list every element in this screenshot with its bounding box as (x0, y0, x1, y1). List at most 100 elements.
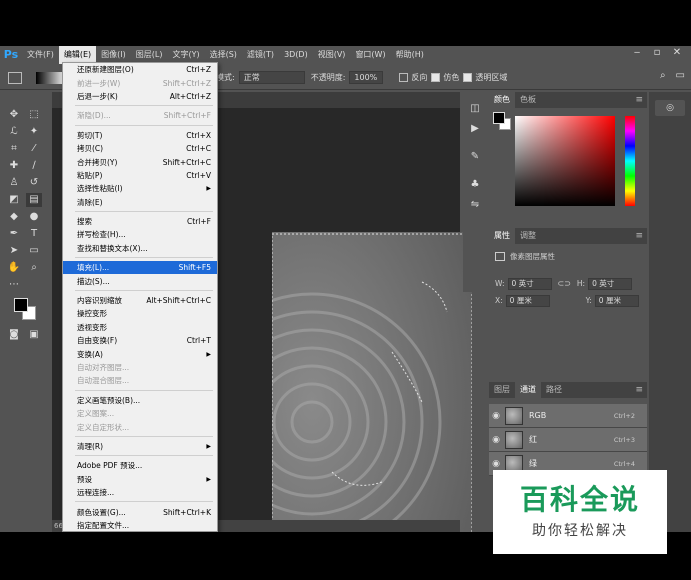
edit-menu-item[interactable]: 合并拷贝(Y) Shift+Ctrl+C (63, 155, 217, 168)
edit-menu-item[interactable]: 操控变形 (63, 307, 217, 320)
edit-menu-item[interactable]: 清理(R) ▶ (63, 440, 217, 453)
edit-menu-item[interactable]: 后退一步(K) Alt+Ctrl+Z (63, 90, 217, 103)
workspace-icon[interactable]: ▭ (676, 70, 685, 81)
menu-window[interactable]: 窗口(W) (350, 46, 390, 64)
transparency-checkbox[interactable] (463, 73, 473, 82)
dither-label: 仿色 (443, 73, 460, 82)
path-select-icon[interactable]: ➤ (6, 244, 22, 258)
menu-help[interactable]: 帮助(H) (391, 46, 429, 64)
quick-mask-icon[interactable]: ◙ (6, 328, 22, 342)
clone-stamp-icon[interactable]: ♙ (6, 176, 22, 190)
pen-tool-icon[interactable]: ✒ (6, 227, 22, 241)
actions-panel-icon[interactable]: ▶ (467, 122, 483, 136)
edit-menu-item[interactable]: 自由变换(F) Ctrl+T (63, 334, 217, 347)
y-input[interactable]: 0 厘米 (594, 294, 639, 307)
dodge-tool-icon[interactable]: ● (26, 210, 42, 224)
edit-menu-item[interactable]: 粘贴(P) Ctrl+V (63, 169, 217, 182)
more-tools-icon[interactable]: ⋯ (6, 278, 22, 292)
edit-menu-item[interactable]: Adobe PDF 预设... (63, 459, 217, 472)
search-icon[interactable]: ⌕ (660, 70, 666, 81)
mode-select[interactable]: 正常 (238, 71, 305, 84)
eye-icon[interactable]: ◉ (489, 459, 503, 469)
crop-tool-icon[interactable]: ⌗ (6, 142, 22, 156)
libraries-icon[interactable]: ◎ (655, 100, 685, 116)
menu-3d[interactable]: 3D(D) (279, 46, 313, 64)
color-field[interactable] (515, 116, 615, 206)
blur-tool-icon[interactable]: ◆ (6, 210, 22, 224)
x-input[interactable]: 0 厘米 (505, 294, 550, 307)
edit-menu-item[interactable]: 剪切(T) Ctrl+X (63, 129, 217, 142)
foreground-color-swatch[interactable] (14, 298, 28, 312)
menu-view[interactable]: 视图(V) (313, 46, 351, 64)
edit-menu-item[interactable]: 远程连接... (63, 486, 217, 499)
tab-properties[interactable]: 属性 (489, 228, 515, 244)
opacity-input[interactable]: 100% (349, 71, 384, 84)
channel-row[interactable]: ◉ 红 Ctrl+3 (489, 428, 647, 452)
hue-slider[interactable] (625, 116, 635, 206)
tab-color[interactable]: 颜色 (489, 92, 515, 108)
screen-mode-icon[interactable]: ▣ (26, 328, 42, 342)
marquee-tool-icon[interactable]: ⬚ (26, 108, 42, 122)
edit-menu-item[interactable]: 拷贝(C) Ctrl+C (63, 142, 217, 155)
hand-tool-icon[interactable]: ✋ (6, 261, 22, 275)
edit-menu-item[interactable]: 透视变形 (63, 321, 217, 334)
edit-menu-item[interactable]: 颜色设置(G)... Shift+Ctrl+K (63, 505, 217, 518)
eye-icon[interactable]: ◉ (489, 435, 503, 445)
edit-menu-item[interactable]: 查找和替换文本(X)... (63, 242, 217, 255)
healing-brush-icon[interactable]: ✚ (6, 159, 22, 173)
dither-checkbox[interactable] (431, 73, 441, 82)
minimize-icon[interactable]: ‒ (627, 46, 647, 60)
edit-menu-item[interactable]: 定义画笔预设(B)... (63, 394, 217, 407)
channels-menu-icon[interactable]: ≡ (635, 382, 643, 398)
eraser-tool-icon[interactable]: ◩ (6, 193, 22, 207)
menu-file[interactable]: 文件(F) (22, 46, 59, 64)
edit-menu-item[interactable]: 指定配置文件... (63, 519, 217, 532)
history-brush-icon[interactable]: ↺ (26, 176, 42, 190)
properties-menu-icon[interactable]: ≡ (635, 228, 643, 244)
close-icon[interactable]: ✕ (667, 46, 687, 60)
eye-icon[interactable]: ◉ (489, 411, 503, 421)
h-input[interactable]: 0 英寸 (588, 277, 633, 290)
brush-tool-icon[interactable]: ∕ (26, 159, 42, 173)
zoom-tool-icon[interactable]: ⌕ (26, 261, 42, 275)
edit-menu-item[interactable]: 填充(L)... Shift+F5 (63, 261, 217, 275)
lasso-tool-icon[interactable]: ℒ (6, 125, 22, 139)
move-tool-icon[interactable]: ✥ (6, 108, 22, 122)
edit-menu-item[interactable]: 变换(A) ▶ (63, 347, 217, 360)
magic-wand-icon[interactable]: ✦ (26, 125, 42, 139)
character-panel-icon[interactable]: ✎ (467, 150, 483, 164)
brush-panel-icon[interactable]: ♣ (467, 178, 483, 192)
link-icon[interactable]: ⊂⊃ (558, 279, 571, 288)
image-canvas[interactable] (272, 232, 472, 532)
edit-menu-item[interactable]: 预设 ▶ (63, 473, 217, 486)
edit-menu-item[interactable]: 拼写检查(H)... (63, 228, 217, 241)
w-input[interactable]: 0 英寸 (507, 277, 552, 290)
menu-filter[interactable]: 滤镜(T) (242, 46, 279, 64)
edit-menu-item: 自动混合图层... (63, 374, 217, 387)
type-tool-icon[interactable]: T (26, 227, 42, 241)
menu-item-label: 自动混合图层... (77, 376, 130, 386)
edit-menu-item[interactable]: 清除(E) (63, 196, 217, 209)
edit-menu-item[interactable]: 搜索 Ctrl+F (63, 215, 217, 228)
tab-adjustments[interactable]: 调整 (515, 228, 541, 244)
adjust-panel-icon[interactable]: ⇋ (467, 198, 483, 212)
gradient-tool-icon[interactable]: ▤ (26, 193, 42, 207)
panel-menu-icon[interactable]: ≡ (635, 92, 643, 108)
reverse-checkbox[interactable] (399, 73, 409, 82)
tab-channels[interactable]: 通道 (515, 382, 541, 398)
menu-item-label: 定义图案... (77, 409, 115, 419)
history-panel-icon[interactable]: ◫ (467, 102, 483, 116)
edit-menu-item[interactable]: 内容识别缩放 Alt+Shift+Ctrl+C (63, 294, 217, 307)
maximize-icon[interactable]: ▫ (647, 46, 667, 60)
tab-paths[interactable]: 路径 (541, 382, 567, 398)
channel-row[interactable]: ◉ RGB Ctrl+2 (489, 404, 647, 428)
tool-preset-icon[interactable] (8, 71, 22, 84)
tab-swatches[interactable]: 色板 (515, 92, 541, 108)
edit-menu-item[interactable]: 描边(S)... (63, 274, 217, 287)
shape-tool-icon[interactable]: ▭ (26, 244, 42, 258)
edit-menu-item[interactable]: 还原新建图层(O) Ctrl+Z (63, 63, 217, 76)
x-label: X: (495, 296, 503, 305)
tab-layers[interactable]: 图层 (489, 382, 515, 398)
edit-menu-item[interactable]: 选择性粘贴(I) ▶ (63, 182, 217, 195)
eyedropper-tool-icon[interactable]: ⁄ (26, 142, 42, 156)
